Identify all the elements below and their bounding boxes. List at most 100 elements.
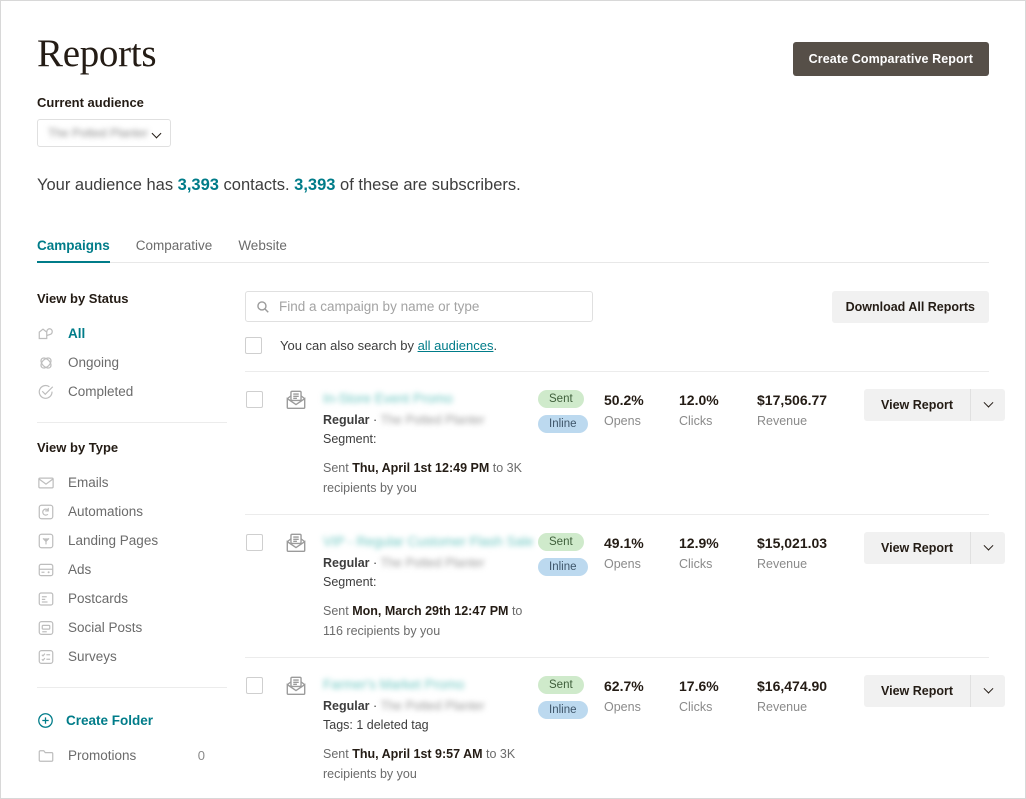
clicks-label: Clicks <box>679 414 713 428</box>
campaigns-panel: Download All Reports You can also search… <box>245 291 1006 798</box>
campaign-detail: Tags: 1 deleted tag <box>323 718 429 732</box>
campaign-badges: Sent Inline <box>538 675 604 719</box>
automation-icon <box>37 503 55 521</box>
delivery-badge: Inline <box>538 558 588 576</box>
table-row[interactable]: In-Store Event Promo Regular · The Potte… <box>245 371 1006 514</box>
sidebar-item-social-posts[interactable]: Social Posts <box>37 613 227 642</box>
row-checkbox[interactable] <box>246 391 263 408</box>
select-all-checkbox[interactable] <box>245 337 262 354</box>
create-folder-label: Create Folder <box>66 712 154 728</box>
sent-prefix: Sent <box>323 747 353 761</box>
campaign-type-line: Regular · The Potted Planter <box>323 413 485 427</box>
folder-count: 0 <box>197 748 205 763</box>
clicks-stat: 17.6% Clicks <box>679 675 757 716</box>
sidebar-divider-2 <box>37 687 227 688</box>
sidebar-item-landing-pages-label: Landing Pages <box>68 533 159 548</box>
contacts-count: 3,393 <box>177 176 219 194</box>
audience-select[interactable]: The Potted Planter <box>37 119 171 147</box>
campaign-sent-line: Sent Mon, March 29th 12:47 PM to 116 rec… <box>323 601 538 641</box>
revenue-stat: $16,474.90 Revenue <box>757 675 864 716</box>
campaign-title[interactable]: Farmer's Market Promo <box>323 675 538 694</box>
sidebar-item-social-posts-label: Social Posts <box>68 620 143 635</box>
row-checkbox[interactable] <box>246 677 263 694</box>
landing-page-icon <box>37 532 55 550</box>
sidebar-folder-promotions[interactable]: Promotions 0 <box>37 740 227 771</box>
email-campaign-icon <box>285 532 307 554</box>
subscribers-count: 3,393 <box>294 176 336 194</box>
view-report-button[interactable]: View Report <box>864 675 972 707</box>
revenue-stat: $15,021.03 Revenue <box>757 532 864 573</box>
sidebar-item-all[interactable]: All <box>37 319 227 348</box>
view-report-dropdown-toggle[interactable] <box>971 675 1006 707</box>
plus-circle-icon <box>37 712 54 729</box>
sidebar-item-completed[interactable]: Completed <box>37 377 227 406</box>
sidebar-divider-1 <box>37 422 227 423</box>
campaign-sent-line: Sent Thu, April 1st 9:57 AM to 3K recipi… <box>323 744 538 784</box>
campaign-type: Regular <box>323 413 370 427</box>
sidebar-item-all-label: All <box>68 326 86 341</box>
campaign-title[interactable]: In-Store Event Promo <box>323 389 538 408</box>
view-report-split-button: View Report <box>864 675 1006 707</box>
sidebar-item-surveys[interactable]: Surveys <box>37 642 227 671</box>
all-audiences-link[interactable]: all audiences <box>418 338 494 353</box>
sidebar-item-landing-pages[interactable]: Landing Pages <box>37 526 227 555</box>
table-row[interactable]: VIP - Regular Customer Flash Sale Regula… <box>245 514 1006 657</box>
search-box[interactable] <box>245 291 593 322</box>
view-report-dropdown-toggle[interactable] <box>971 532 1006 564</box>
sidebar-item-emails[interactable]: Emails <box>37 468 227 497</box>
revenue-stat: $17,506.77 Revenue <box>757 389 864 430</box>
chevron-down-icon <box>983 397 993 408</box>
revenue-label: Revenue <box>757 414 808 428</box>
opens-value: 62.7% <box>604 678 644 694</box>
revenue-value: $16,474.90 <box>757 678 828 694</box>
email-campaign-icon <box>285 389 307 411</box>
view-report-dropdown-toggle[interactable] <box>971 389 1006 421</box>
sent-prefix: Sent <box>323 604 353 618</box>
ads-icon <box>37 561 55 579</box>
sidebar-item-ads[interactable]: Ads <box>37 555 227 584</box>
sidebar-item-automations-label: Automations <box>68 504 144 519</box>
tab-comparative[interactable]: Comparative <box>136 238 213 262</box>
sidebar-item-ongoing[interactable]: Ongoing <box>37 348 227 377</box>
sidebar-item-postcards-label: Postcards <box>68 591 129 606</box>
sent-date: Thu, April 1st 9:57 AM <box>352 747 483 761</box>
create-comparative-report-button[interactable]: Create Comparative Report <box>792 42 989 76</box>
sent-date: Thu, April 1st 12:49 PM <box>352 461 490 475</box>
status-badge: Sent <box>538 533 584 551</box>
sidebar-item-completed-label: Completed <box>68 384 134 399</box>
opens-stat: 50.2% Opens <box>604 389 679 430</box>
search-input[interactable] <box>279 299 582 314</box>
campaign-info: In-Store Event Promo Regular · The Potte… <box>323 389 538 498</box>
tab-campaigns[interactable]: Campaigns <box>37 238 110 263</box>
search-helper-prefix: You can also search by <box>280 338 418 353</box>
row-checkbox[interactable] <box>246 534 263 551</box>
chevron-down-icon <box>983 683 993 694</box>
download-all-reports-button[interactable]: Download All Reports <box>831 291 989 323</box>
campaign-title[interactable]: VIP - Regular Customer Flash Sale <box>323 532 538 551</box>
campaign-audience: The Potted Planter <box>380 699 485 713</box>
tab-website[interactable]: Website <box>238 238 287 262</box>
revenue-value: $15,021.03 <box>757 535 828 551</box>
view-report-button[interactable]: View Report <box>864 389 972 421</box>
email-campaign-icon <box>285 675 307 697</box>
sidebar-item-postcards[interactable]: Postcards <box>37 584 227 613</box>
opens-stat: 49.1% Opens <box>604 532 679 573</box>
campaign-audience: The Potted Planter <box>380 556 485 570</box>
status-badge: Sent <box>538 676 584 694</box>
table-row[interactable]: Farmer's Market Promo Regular · The Pott… <box>245 657 1006 798</box>
view-report-split-button: View Report <box>864 389 1006 421</box>
reports-page: Reports Create Comparative Report Curren… <box>0 0 1026 799</box>
sidebar-item-automations[interactable]: Automations <box>37 497 227 526</box>
opens-label: Opens <box>604 414 641 428</box>
search-helper-suffix: . <box>493 338 498 353</box>
clicks-label: Clicks <box>679 557 713 571</box>
audience-summary-mid: contacts. <box>218 176 295 194</box>
campaign-info: VIP - Regular Customer Flash Sale Regula… <box>323 532 538 641</box>
campaign-sent-line: Sent Thu, April 1st 12:49 PM to 3K recip… <box>323 458 538 498</box>
sidebar-item-emails-label: Emails <box>68 475 109 490</box>
create-folder-button[interactable]: Create Folder <box>37 705 227 735</box>
view-report-button[interactable]: View Report <box>864 532 972 564</box>
ongoing-icon <box>37 354 55 372</box>
envelope-icon <box>37 474 55 492</box>
clicks-value: 17.6% <box>679 678 719 694</box>
